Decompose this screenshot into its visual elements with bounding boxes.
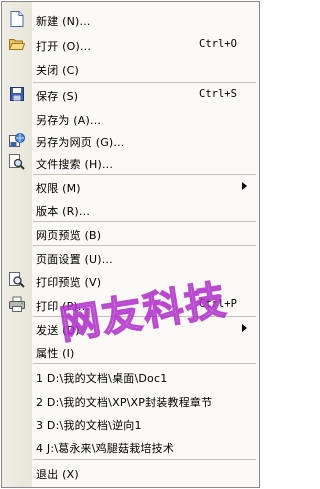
- menu-item-label: 2 D:\我的文档\XP\XP封装教程章节: [36, 396, 213, 409]
- recent-file-3[interactable]: 3 D:\我的文档\逆向1: [3, 413, 258, 433]
- menu-item-label: 保存 (S): [36, 90, 79, 103]
- menu-item-web-page-preview[interactable]: 网页预览 (B): [3, 223, 258, 243]
- menu-item-save-as[interactable]: 另存为 (A)...: [3, 108, 258, 128]
- menu-item-label: 打印 (P)...: [36, 300, 90, 313]
- recent-file-4[interactable]: 4 J:\葛永来\鸡腿菇栽培技术: [3, 436, 258, 456]
- menu-item-label: 属性 (I): [36, 347, 75, 360]
- submenu-arrow-icon: [242, 182, 247, 190]
- menu-item-label: 另存为 (A)...: [36, 114, 102, 127]
- menu-item-label: 另存为网页 (G)...: [36, 136, 125, 149]
- menu-item-permission[interactable]: 权限 (M): [3, 176, 258, 196]
- shortcut-label: Ctrl+S: [199, 88, 237, 100]
- save-disk-icon: [9, 86, 25, 102]
- menu-item-label: 页面设置 (U)...: [36, 253, 113, 266]
- menu-item-open[interactable]: 打开 (O)... Ctrl+O: [3, 34, 258, 54]
- menu-item-label: 文件搜索 (H)...: [36, 158, 114, 171]
- menu-item-label: 打开 (O)...: [36, 40, 92, 53]
- new-document-icon: [9, 11, 25, 27]
- menu-item-close[interactable]: 关闭 (C): [3, 58, 258, 78]
- save-web-page-icon: [9, 132, 25, 148]
- separator: [33, 363, 256, 364]
- menu-item-versions[interactable]: 版本 (R)...: [3, 199, 258, 219]
- menu-item-label: 网页预览 (B): [36, 229, 102, 242]
- separator: [33, 174, 256, 175]
- menu-item-label: 退出 (X): [36, 468, 79, 481]
- file-menu: 新建 (N)... 打开 (O)... Ctrl+O 关闭 (C) 保存 (S)…: [1, 1, 260, 488]
- menu-item-new[interactable]: 新建 (N)...: [3, 9, 258, 29]
- separator: [33, 316, 256, 317]
- menu-item-label: 新建 (N)...: [36, 15, 91, 28]
- menu-item-file-search[interactable]: 文件搜索 (H)...: [3, 152, 258, 172]
- separator: [33, 245, 256, 246]
- menu-item-label: 权限 (M): [36, 182, 81, 195]
- menu-item-properties[interactable]: 属性 (I): [3, 341, 258, 361]
- menu-item-label: 1 D:\我的文档\桌面\Doc1: [36, 372, 168, 385]
- menu-item-save-as-web-page[interactable]: 另存为网页 (G)...: [3, 130, 258, 150]
- menu-item-save[interactable]: 保存 (S) Ctrl+S: [3, 84, 258, 104]
- menu-item-page-setup[interactable]: 页面设置 (U)...: [3, 247, 258, 267]
- open-folder-icon: [9, 36, 25, 52]
- file-search-icon: [9, 154, 25, 170]
- printer-icon: [9, 296, 25, 312]
- separator: [33, 221, 256, 222]
- menu-item-label: 4 J:\葛永来\鸡腿菇栽培技术: [36, 442, 175, 455]
- menu-item-label: 版本 (R)...: [36, 205, 91, 218]
- separator: [33, 82, 256, 83]
- recent-file-2[interactable]: 2 D:\我的文档\XP\XP封装教程章节: [3, 390, 258, 410]
- shortcut-label: Ctrl+P: [199, 298, 237, 310]
- menu-item-send-to[interactable]: 发送 (D): [3, 318, 258, 338]
- menu-item-print[interactable]: 打印 (P)... Ctrl+P: [3, 294, 258, 314]
- menu-item-exit[interactable]: 退出 (X): [3, 462, 258, 482]
- separator: [33, 459, 256, 460]
- submenu-arrow-icon: [242, 324, 247, 332]
- print-preview-icon: [9, 272, 25, 288]
- shortcut-label: Ctrl+O: [199, 38, 237, 50]
- menu-item-label: 3 D:\我的文档\逆向1: [36, 419, 142, 432]
- menu-item-label: 打印预览 (V): [36, 276, 102, 289]
- menu-item-print-preview[interactable]: 打印预览 (V): [3, 270, 258, 290]
- recent-file-1[interactable]: 1 D:\我的文档\桌面\Doc1: [3, 366, 258, 386]
- menu-item-label: 发送 (D): [36, 324, 80, 337]
- menu-item-label: 关闭 (C): [36, 64, 79, 77]
